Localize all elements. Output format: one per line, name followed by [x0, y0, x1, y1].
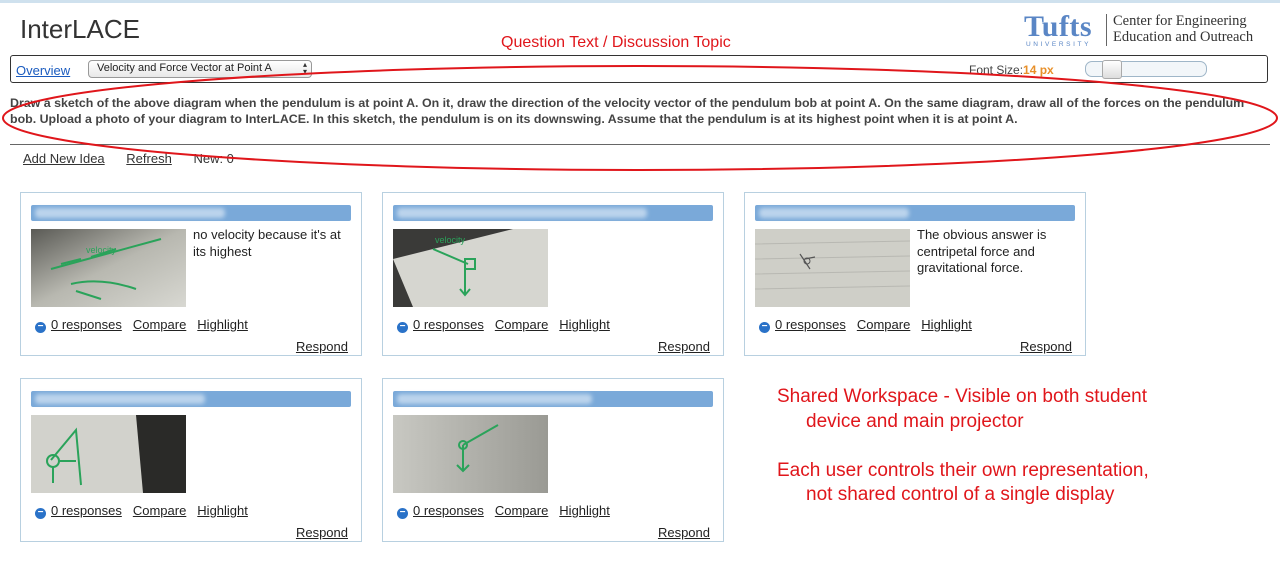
sketch-thumbnail[interactable]	[755, 229, 910, 307]
idea-card: −0 responses Compare Highlight Respond	[382, 378, 724, 542]
responses-link[interactable]: 0 responses	[51, 317, 122, 332]
compare-link[interactable]: Compare	[133, 503, 186, 518]
sketch-thumbnail[interactable]: velocity	[31, 229, 186, 307]
idea-card: −0 responses Compare Highlight Respond	[20, 378, 362, 542]
svg-text:velocity: velocity	[435, 235, 466, 245]
collapse-icon[interactable]: −	[35, 322, 46, 333]
highlight-link[interactable]: Highlight	[197, 503, 248, 518]
collapse-icon[interactable]: −	[759, 322, 770, 333]
respond-link[interactable]: Respond	[658, 525, 710, 540]
control-annotation-2: not shared control of a single display	[806, 484, 1115, 505]
sketch-thumbnail[interactable]	[31, 415, 186, 493]
sketch-thumbnail[interactable]: velocity	[393, 229, 548, 307]
highlight-link[interactable]: Highlight	[559, 503, 610, 518]
idea-card: velocity −0 responses Compare Highlight Re…	[382, 192, 724, 356]
idea-text: no velocity because it's at its highest	[193, 227, 341, 259]
idea-text: The obvious answer is centripetal force …	[917, 227, 1047, 275]
respond-link[interactable]: Respond	[658, 339, 710, 354]
card-links: −0 responses Compare Highlight	[35, 503, 259, 519]
card-links: −0 responses Compare Highlight	[759, 317, 983, 333]
respond-link[interactable]: Respond	[296, 339, 348, 354]
responses-link[interactable]: 0 responses	[775, 317, 846, 332]
collapse-icon[interactable]: −	[35, 508, 46, 519]
card-links: −0 responses Compare Highlight	[397, 503, 621, 519]
svg-text:velocity: velocity	[86, 245, 117, 255]
card-author-header	[755, 205, 1075, 221]
idea-card: The obvious answer is centripetal force …	[744, 192, 1086, 356]
responses-link[interactable]: 0 responses	[51, 503, 122, 518]
card-links: −0 responses Compare Highlight	[397, 317, 621, 333]
card-author-header	[31, 205, 351, 221]
card-author-header	[31, 391, 351, 407]
card-author-header	[393, 205, 713, 221]
responses-link[interactable]: 0 responses	[413, 503, 484, 518]
respond-link[interactable]: Respond	[296, 525, 348, 540]
card-author-header	[393, 391, 713, 407]
compare-link[interactable]: Compare	[133, 317, 186, 332]
workspace-annotation-2: device and main projector	[806, 411, 1024, 432]
highlight-link[interactable]: Highlight	[559, 317, 610, 332]
responses-link[interactable]: 0 responses	[413, 317, 484, 332]
control-annotation-1: Each user controls their own representat…	[777, 460, 1149, 481]
idea-card: velocity no velocity because it's at its…	[20, 192, 362, 356]
collapse-icon[interactable]: −	[397, 322, 408, 333]
highlight-link[interactable]: Highlight	[197, 317, 248, 332]
question-highlight-ellipse	[2, 65, 1278, 171]
workspace-annotation-1: Shared Workspace - Visible on both stude…	[777, 386, 1148, 407]
highlight-link[interactable]: Highlight	[921, 317, 972, 332]
respond-link[interactable]: Respond	[1020, 339, 1072, 354]
card-links: −0 responses Compare Highlight	[35, 317, 259, 333]
compare-link[interactable]: Compare	[495, 503, 548, 518]
sketch-thumbnail[interactable]	[393, 415, 548, 493]
collapse-icon[interactable]: −	[397, 508, 408, 519]
compare-link[interactable]: Compare	[857, 317, 910, 332]
compare-link[interactable]: Compare	[495, 317, 548, 332]
